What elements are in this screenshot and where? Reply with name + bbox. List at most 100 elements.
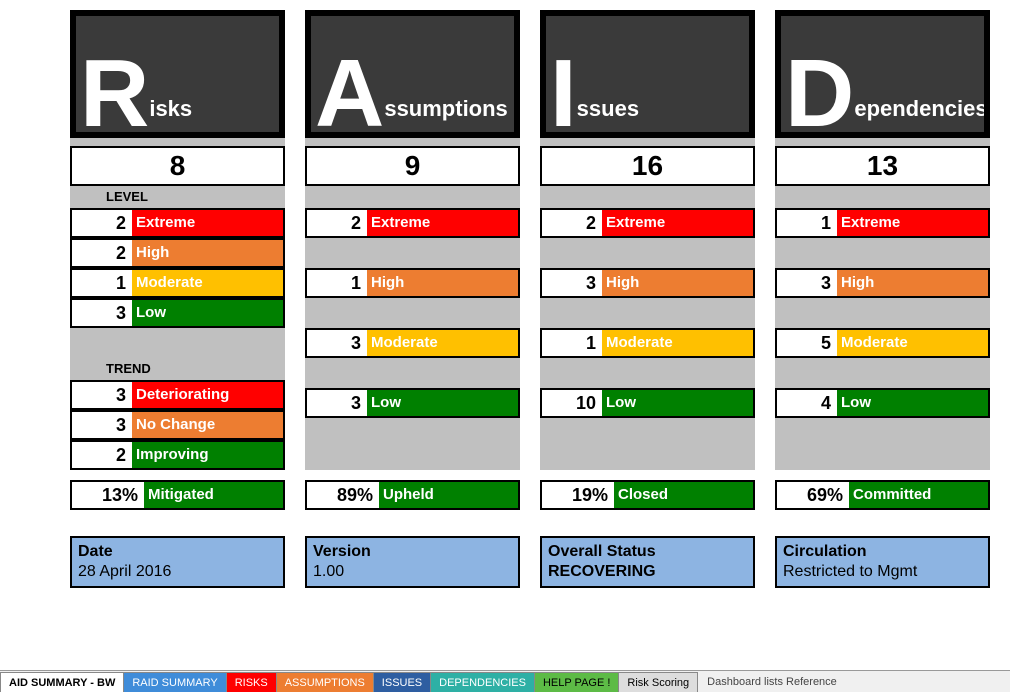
level-count: 1 (777, 210, 837, 236)
footer-percent: 13% (72, 482, 144, 508)
level-row: 4Low (775, 388, 990, 418)
column-header: Assumptions (305, 10, 520, 138)
level-count: 1 (72, 270, 132, 296)
info-label: Date (78, 542, 277, 562)
level-count: 1 (307, 270, 367, 296)
info-row: Date28 April 2016 Version1.00 Overall Stat… (0, 536, 1010, 588)
level-row: 2High (70, 238, 285, 268)
info-value: 1.00 (313, 562, 512, 582)
footer-percent: 89% (307, 482, 379, 508)
header-letter: D (785, 57, 852, 132)
level-row: 5Moderate (775, 328, 990, 358)
level-label: Moderate (132, 270, 283, 296)
level-label: Extreme (602, 210, 753, 236)
level-count: 10 (542, 390, 602, 416)
level-row: 1Moderate (70, 268, 285, 298)
column-header: Dependencies (775, 10, 990, 138)
trend-label: No Change (132, 412, 283, 438)
level-row: 3Low (70, 298, 285, 328)
level-label: Low (132, 300, 283, 326)
sheet-tab[interactable]: RAID SUMMARY (123, 672, 226, 692)
header-rest: isks (149, 96, 192, 122)
column-header: Issues (540, 10, 755, 138)
header-letter: A (315, 57, 382, 132)
level-row: 2Extreme (305, 208, 520, 238)
trend-row: 3Deteriorating (70, 380, 285, 410)
trend-heading: TREND (70, 358, 285, 380)
level-count: 2 (72, 210, 132, 236)
footer-percent: 19% (542, 482, 614, 508)
trend-count: 3 (72, 412, 132, 438)
count-value: 13 (775, 146, 990, 186)
trend-row: 2Improving (70, 440, 285, 470)
level-count: 3 (542, 270, 602, 296)
footer-row: 13%Mitigated (70, 480, 285, 510)
level-label: Extreme (367, 210, 518, 236)
level-row: 3Moderate (305, 328, 520, 358)
level-label: High (602, 270, 753, 296)
level-label: Moderate (367, 330, 518, 356)
footer-row: 89%Upheld (305, 480, 520, 510)
tab-trail-text: Dashboard lists Reference (697, 676, 837, 688)
level-count: 5 (777, 330, 837, 356)
raid-column: Risks8LEVEL2Extreme2High1Moderate3LowTRE… (70, 10, 285, 536)
level-label: High (132, 240, 283, 266)
level-label: Extreme (132, 210, 283, 236)
level-count: 3 (72, 300, 132, 326)
info-label: Overall Status (548, 542, 747, 562)
trend-count: 3 (72, 382, 132, 408)
level-label: High (367, 270, 518, 296)
sheet-tabs: AID SUMMARY - BWRAID SUMMARYRISKSASSUMPT… (0, 670, 1010, 692)
level-label: Moderate (837, 330, 988, 356)
count-value: 16 (540, 146, 755, 186)
trend-count: 2 (72, 442, 132, 468)
header-letter: R (80, 57, 147, 132)
header-rest: ssues (577, 96, 639, 122)
level-label: Moderate (602, 330, 753, 356)
sheet-tab[interactable]: AID SUMMARY - BW (0, 672, 124, 692)
level-row: 2Extreme (70, 208, 285, 238)
level-row: 1High (305, 268, 520, 298)
level-row: 1Extreme (775, 208, 990, 238)
level-heading: LEVEL (70, 186, 285, 208)
level-label: Extreme (837, 210, 988, 236)
info-value: RECOVERING (548, 562, 747, 582)
level-row: 3High (540, 268, 755, 298)
level-count: 3 (777, 270, 837, 296)
level-count: 2 (307, 210, 367, 236)
footer-label: Closed (614, 482, 753, 508)
sheet-tab[interactable]: Risk Scoring (618, 672, 698, 692)
level-count: 3 (307, 330, 367, 356)
raid-column: Dependencies131Extreme3High5Moderate4Low… (775, 10, 990, 536)
info-box: Version1.00 (305, 536, 520, 588)
header-rest: ssumptions (384, 96, 507, 122)
level-label: Low (837, 390, 988, 416)
level-count: 4 (777, 390, 837, 416)
info-label: Version (313, 542, 512, 562)
info-label: Circulation (783, 542, 982, 562)
footer-percent: 69% (777, 482, 849, 508)
sheet-tab[interactable]: ISSUES (373, 672, 431, 692)
header-rest: ependencies (854, 96, 987, 122)
level-row: 10Low (540, 388, 755, 418)
level-count: 2 (542, 210, 602, 236)
column-header: Risks (70, 10, 285, 138)
raid-column: Issues 16 2Extreme 3High 1Moderate 10Low 19%Cl… (540, 10, 755, 536)
trend-label: Deteriorating (132, 382, 283, 408)
info-box: Date28 April 2016 (70, 536, 285, 588)
info-box: CirculationRestricted to Mgmt (775, 536, 990, 588)
level-label: Low (367, 390, 518, 416)
info-value: 28 April 2016 (78, 562, 277, 582)
level-row: 2Extreme (540, 208, 755, 238)
sheet-tab[interactable]: ASSUMPTIONS (276, 672, 374, 692)
sheet-tab[interactable]: RISKS (226, 672, 277, 692)
trend-row: 3No Change (70, 410, 285, 440)
sheet-tab[interactable]: DEPENDENCIES (430, 672, 535, 692)
raid-dashboard: Risks8LEVEL2Extreme2High1Moderate3LowTRE… (0, 0, 1010, 536)
footer-label: Mitigated (144, 482, 283, 508)
trend-label: Improving (132, 442, 283, 468)
header-letter: I (550, 57, 575, 132)
level-count: 1 (542, 330, 602, 356)
sheet-tab[interactable]: HELP PAGE ! (534, 672, 619, 692)
level-label: Low (602, 390, 753, 416)
